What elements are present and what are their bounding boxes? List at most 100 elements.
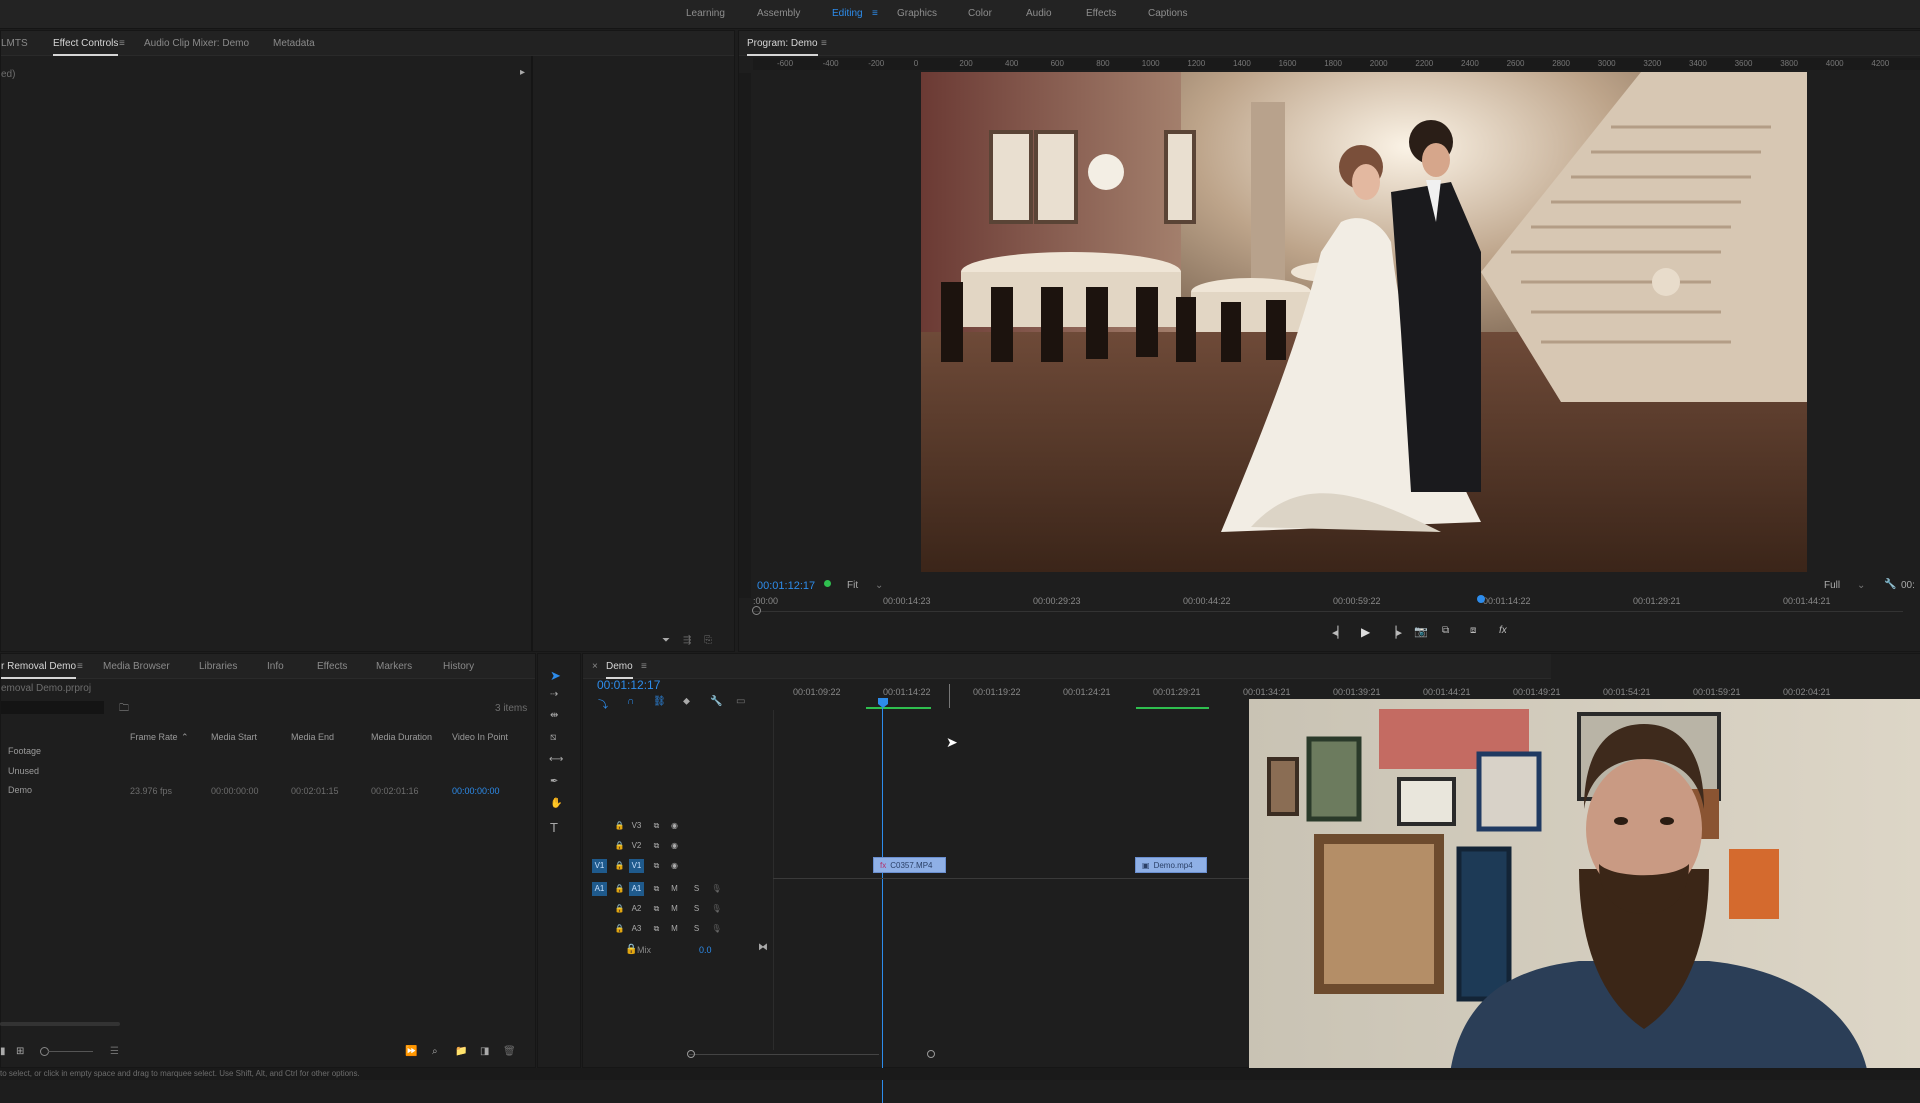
trash-icon[interactable]: 🗑 bbox=[503, 1046, 516, 1057]
type-icon[interactable]: T bbox=[550, 820, 558, 835]
camera-icon[interactable]: 📷 bbox=[1414, 625, 1428, 638]
column-frame-rate[interactable]: Frame Rate bbox=[130, 732, 178, 742]
workspace-tab-learning[interactable]: Learning bbox=[686, 8, 725, 19]
mix-volume-value[interactable]: 0.0 bbox=[699, 945, 712, 955]
workspace-tab-audio[interactable]: Audio bbox=[1026, 8, 1052, 19]
solo-track-button[interactable]: S bbox=[689, 922, 704, 936]
icon-view-icon[interactable]: ⊞ bbox=[16, 1046, 24, 1057]
project-search-input[interactable] bbox=[1, 701, 104, 714]
close-tab-icon[interactable]: × bbox=[592, 661, 598, 672]
workspace-tab-assembly[interactable]: Assembly bbox=[757, 8, 800, 19]
microphone-icon[interactable]: 🎙 bbox=[709, 922, 724, 936]
timeline-timecode[interactable]: 00:01:12:17 bbox=[597, 678, 660, 692]
workspace-menu-icon[interactable]: ≡ bbox=[872, 8, 878, 19]
workspace-tab-captions[interactable]: Captions bbox=[1148, 8, 1187, 19]
mute-track-button[interactable]: M bbox=[667, 922, 682, 936]
snap-icon[interactable]: ∩ bbox=[627, 696, 634, 707]
zoom-fit-select[interactable]: Fit bbox=[847, 580, 858, 591]
selection-tool-icon[interactable]: ➤ bbox=[550, 668, 561, 684]
program-menu-icon[interactable]: ≡ bbox=[821, 38, 827, 49]
track-name[interactable]: A3 bbox=[629, 922, 644, 936]
track-select-icon[interactable]: ⇢ bbox=[550, 689, 558, 700]
folder-icon[interactable]: 📁 bbox=[455, 1046, 467, 1057]
workspace-tab-color[interactable]: Color bbox=[968, 8, 992, 19]
track-target-toggle[interactable]: V1 bbox=[592, 859, 607, 873]
timeline-zoom-track[interactable] bbox=[689, 1054, 879, 1055]
tab-project[interactable]: r Removal Demo bbox=[1, 661, 77, 679]
lock-icon[interactable]: 🔒 bbox=[612, 922, 627, 936]
list-item-footage[interactable]: Footage bbox=[8, 746, 41, 756]
play-icon[interactable]: ▶ bbox=[1361, 625, 1370, 639]
search-icon[interactable]: ⌕ bbox=[432, 1046, 438, 1057]
export-frame-icon[interactable]: ⇶ bbox=[683, 635, 691, 646]
slip-icon[interactable]: ⟷ bbox=[549, 754, 563, 765]
mute-track-button[interactable]: M bbox=[667, 882, 682, 896]
program-scrub-track[interactable] bbox=[753, 611, 1903, 612]
filter-icon[interactable]: ⏷ bbox=[662, 635, 670, 646]
track-target-toggle[interactable] bbox=[592, 839, 607, 853]
project-horizontal-scrollbar[interactable] bbox=[0, 1022, 120, 1026]
column-media-duration[interactable]: Media Duration bbox=[371, 732, 432, 742]
tab-libraries[interactable]: Libraries bbox=[199, 661, 237, 672]
new-item-icon[interactable]: ◨ bbox=[480, 1046, 489, 1057]
sync-lock-icon[interactable]: ⧉ bbox=[649, 859, 664, 873]
workspace-tab-editing[interactable]: Editing bbox=[832, 8, 863, 19]
razor-icon[interactable]: ⧅ bbox=[550, 732, 556, 743]
lock-icon[interactable]: 🔒 bbox=[612, 819, 627, 833]
tab-audio-clip-mixer[interactable]: Audio Clip Mixer: Demo bbox=[144, 38, 249, 49]
wrench-icon[interactable]: 🔧 bbox=[1884, 579, 1896, 590]
clip-c0357[interactable]: fx C0357.MP4 bbox=[873, 857, 946, 873]
sync-lock-icon[interactable]: ⧉ bbox=[649, 902, 664, 916]
microphone-icon[interactable]: 🎙 bbox=[709, 882, 724, 896]
solo-track-button[interactable]: S bbox=[689, 882, 704, 896]
project-menu-icon[interactable]: ≡ bbox=[77, 661, 83, 672]
track-name[interactable]: V3 bbox=[629, 819, 644, 833]
clip-demo-mp4[interactable]: ▣ Demo.mp4 bbox=[1135, 857, 1207, 873]
eye-icon[interactable]: ◉ bbox=[667, 839, 682, 853]
solo-track-button[interactable]: S bbox=[689, 902, 704, 916]
program-in-handle[interactable] bbox=[752, 606, 761, 615]
track-target-toggle[interactable] bbox=[592, 819, 607, 833]
track-target-toggle[interactable] bbox=[592, 902, 607, 916]
tab-sequence-demo[interactable]: Demo bbox=[606, 661, 633, 679]
column-video-in-point[interactable]: Video In Point bbox=[452, 732, 508, 742]
step-back-icon[interactable]: ◂▏ bbox=[1332, 626, 1346, 639]
zoom-chevron-down-icon[interactable]: ⌄ bbox=[875, 580, 883, 591]
list-item-demo[interactable]: Demo bbox=[8, 785, 32, 795]
program-playhead[interactable] bbox=[1477, 595, 1485, 603]
hand-icon[interactable]: ✋ bbox=[550, 798, 562, 809]
effect-controls-menu-icon[interactable]: ≡ bbox=[119, 38, 125, 49]
tab-media-browser[interactable]: Media Browser bbox=[103, 661, 170, 672]
mix-end-icon[interactable]: ⧓ bbox=[758, 942, 768, 953]
workspace-tab-graphics[interactable]: Graphics bbox=[897, 8, 937, 19]
captions-icon[interactable]: ▭ bbox=[736, 696, 745, 707]
track-name[interactable]: V2 bbox=[629, 839, 644, 853]
microphone-icon[interactable]: 🎙 bbox=[709, 902, 724, 916]
mute-track-button[interactable]: M bbox=[667, 902, 682, 916]
step-forward-icon[interactable]: ▕▸ bbox=[1388, 626, 1402, 639]
playback-quality-select[interactable]: Full bbox=[1824, 580, 1840, 591]
track-target-toggle[interactable] bbox=[592, 922, 607, 936]
track-target-toggle[interactable]: A1 bbox=[592, 882, 607, 896]
add-marker-icon[interactable]: ⬥ bbox=[683, 696, 690, 707]
sync-lock-icon[interactable]: ⧉ bbox=[649, 839, 664, 853]
program-timecode[interactable]: 00:01:12:17 bbox=[757, 580, 815, 592]
lock-icon[interactable]: 🔒 bbox=[612, 902, 627, 916]
expand-arrow-icon[interactable]: ▸ bbox=[520, 67, 525, 78]
column-media-start[interactable]: Media Start bbox=[211, 732, 257, 742]
tab-lmts[interactable]: LMTS bbox=[1, 38, 28, 49]
sort-icons-icon[interactable]: ☰ bbox=[110, 1046, 119, 1057]
quality-chevron-down-icon[interactable]: ⌄ bbox=[1857, 580, 1865, 591]
demo-video-in-point[interactable]: 00:00:00:00 bbox=[452, 786, 500, 796]
tab-effect-controls[interactable]: Effect Controls bbox=[53, 38, 119, 56]
list-item-unused[interactable]: Unused bbox=[8, 766, 39, 776]
track-name[interactable]: V1 bbox=[629, 859, 644, 873]
column-media-end[interactable]: Media End bbox=[291, 732, 334, 742]
clear-icon[interactable]: ⎘ bbox=[704, 635, 712, 646]
sync-lock-icon[interactable]: ⧉ bbox=[649, 882, 664, 896]
program-video-frame[interactable] bbox=[921, 72, 1807, 572]
tab-markers[interactable]: Markers bbox=[376, 661, 412, 672]
workspace-tab-effects[interactable]: Effects bbox=[1086, 8, 1116, 19]
pen-icon[interactable]: ✒ bbox=[550, 776, 558, 787]
fx-icon[interactable]: fx bbox=[1499, 625, 1507, 636]
